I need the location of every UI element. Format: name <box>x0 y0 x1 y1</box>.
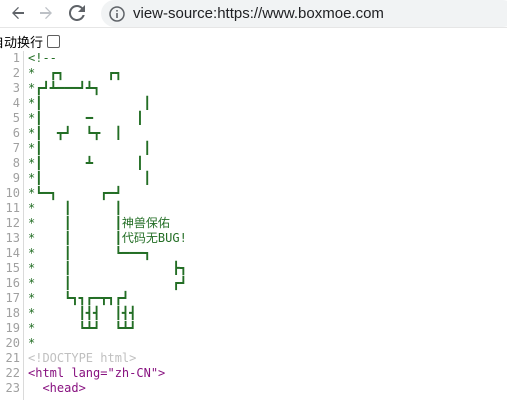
line-number: 7 <box>12 141 20 155</box>
source-line: 22 <html lang="zh-CN"> <box>0 366 507 381</box>
code-text: * ┃┫┫ ┃┫┫ <box>28 306 137 320</box>
source-line: 20 * <box>0 336 507 351</box>
line-wrap-label: 自动换行 <box>0 35 44 51</box>
code-text: * ┃ ┃神兽保佑 <box>28 216 170 230</box>
line-number: 18 <box>5 306 20 320</box>
code-text: * <box>28 336 36 350</box>
source-line: 5 *┃ ━ ┃ <box>0 111 507 126</box>
forward-arrow-icon <box>40 7 52 19</box>
line-number: 8 <box>12 156 20 170</box>
line-number: 19 <box>5 321 20 335</box>
code-text: * ┃ ┏┛ <box>28 276 187 290</box>
source-line: 2 * ┏┓ ┏┓ <box>0 66 507 81</box>
source-line: 4 *┃ ┃ <box>0 96 507 111</box>
source-line: 10 *┗━┓ ┏━┛ <box>0 186 507 201</box>
source-line: 16 * ┃ ┏┛ <box>0 276 507 291</box>
code-text: *┃ ┃ <box>28 96 151 110</box>
code-text: *┗━┓ ┏━┛ <box>28 186 122 200</box>
line-wrap-checkbox[interactable] <box>47 34 61 48</box>
source-line: 13 * ┃ ┃代码无BUG! <box>0 231 507 246</box>
source-line: 14 * ┃ ┗━━━┓ <box>0 246 507 261</box>
source-line: 21 <!DOCTYPE html> <box>0 351 507 366</box>
line-number: 3 <box>12 81 20 95</box>
head-tag-text: <head> <box>28 381 86 395</box>
code-text: * ┃ ┃代码无BUG! <box>28 231 187 245</box>
reload-button[interactable] <box>66 2 88 24</box>
reload-icon <box>69 5 85 21</box>
code-text: <!-- <box>28 51 57 65</box>
source-line: 17 * ┗┓┓┏━┳┓┏┛ <box>0 291 507 306</box>
info-icon[interactable] <box>109 5 125 22</box>
line-number: 11 <box>5 201 20 215</box>
code-text: *┃ ┃ <box>28 141 151 155</box>
line-number: 16 <box>5 276 20 290</box>
source-line: 6 *┃ ┳┛ ┗┳ ┃ <box>0 126 507 141</box>
code-text: * ┃ ┗━━━┓ <box>28 246 151 260</box>
line-number: 20 <box>5 336 20 350</box>
line-number: 13 <box>5 231 20 245</box>
line-number: 23 <box>5 381 20 395</box>
line-number: 12 <box>5 216 20 230</box>
line-number: 17 <box>5 291 20 305</box>
code-text: *┃ ┃ <box>28 171 151 185</box>
source-line: 18 * ┃┫┫ ┃┫┫ <box>0 306 507 321</box>
code-text: *┃ ━ ┃ <box>28 111 144 125</box>
source-line: 1 <!-- <box>0 51 507 66</box>
back-button[interactable] <box>7 2 29 24</box>
source-line: 9 *┃ ┃ <box>0 171 507 186</box>
html-tag-text: <html lang="zh-CN"> <box>28 366 166 380</box>
url-text[interactable]: view-source:https://www.boxmoe.com <box>133 5 384 22</box>
line-number: 21 <box>5 351 20 365</box>
browser-toolbar: view-source:https://www.boxmoe.com <box>0 0 507 28</box>
source-line: 19 * ┗┻┛ ┗┻┛ <box>0 321 507 336</box>
source-line: 11 * ┃ ┃ <box>0 201 507 216</box>
code-text: *┏┛┻━━━┛┻┓ <box>28 81 101 95</box>
code-text: * ┗┓┓┏━┳┓┏┛ <box>28 291 130 305</box>
line-number: 15 <box>5 261 20 275</box>
line-number: 6 <box>12 126 20 140</box>
line-wrap-bar: 自动换行 <box>0 32 507 51</box>
source-line: 7 *┃ ┃ <box>0 141 507 156</box>
doctype-text: <!DOCTYPE html> <box>28 351 137 365</box>
source-line: 8 *┃ ┻ ┃ <box>0 156 507 171</box>
line-number: 4 <box>12 96 20 110</box>
forward-button[interactable] <box>35 2 57 24</box>
code-text: * ┗┻┛ ┗┻┛ <box>28 321 137 335</box>
code-text: *┃ ┻ ┃ <box>28 156 144 170</box>
code-text: *┃ ┳┛ ┗┳ ┃ <box>28 126 122 140</box>
code-text: * ┏┓ ┏┓ <box>28 66 122 80</box>
source-line: 23 <head> <box>0 381 507 396</box>
line-number: 1 <box>12 51 20 65</box>
back-arrow-icon <box>12 7 24 19</box>
address-bar[interactable]: view-source:https://www.boxmoe.com <box>101 0 507 27</box>
line-number: 5 <box>12 111 20 125</box>
line-number: 14 <box>5 246 20 260</box>
line-number: 2 <box>12 66 20 80</box>
source-line: 15 * ┃ ┣┓ <box>0 261 507 276</box>
code-text: * ┃ ┃ <box>28 201 122 215</box>
line-number: 9 <box>12 171 20 185</box>
source-line: 12 * ┃ ┃神兽保佑 <box>0 216 507 231</box>
source-line: 3 *┏┛┻━━━┛┻┓ <box>0 81 507 96</box>
line-number: 22 <box>5 366 20 380</box>
line-number: 10 <box>5 186 20 200</box>
code-text: * ┃ ┣┓ <box>28 261 187 275</box>
